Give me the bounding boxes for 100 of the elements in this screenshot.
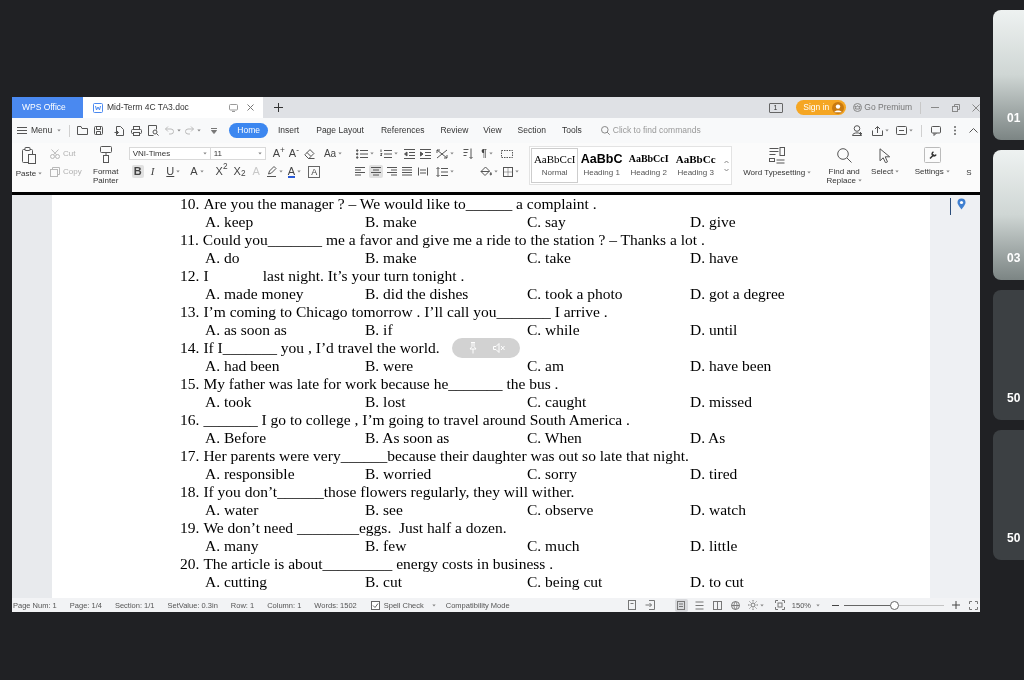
character-border-button[interactable]: A [308, 165, 321, 178]
format-painter-button[interactable]: Format Painter [90, 146, 121, 185]
book-view-icon[interactable] [710, 598, 724, 612]
paragraph-mark-button[interactable]: ¶ [481, 147, 494, 160]
borders-icon[interactable] [503, 166, 514, 177]
login-icon[interactable] [644, 600, 655, 610]
style-preset[interactable]: AaBbCcI Heading 2 [625, 148, 673, 183]
font-size-field[interactable]: 11 [210, 147, 266, 160]
premium-button[interactable]: Go Premium [853, 101, 912, 114]
word-typesetting-button[interactable]: Word Typesetting [740, 147, 815, 177]
menu-button[interactable]: Menu [17, 124, 62, 137]
dotted-box-icon[interactable] [501, 149, 514, 158]
floppy-disk-icon[interactable] [94, 126, 104, 135]
spell-check-checkbox[interactable] [370, 600, 380, 610]
line-spacing-icon[interactable] [436, 166, 449, 177]
menu-icon [17, 127, 27, 134]
select-button[interactable]: Select [868, 147, 903, 176]
bullet-list-icon[interactable] [356, 148, 369, 159]
ribbon-tab[interactable]: Review [440, 123, 469, 138]
scroll-arrows-icon[interactable] [724, 160, 730, 172]
scissors-icon [50, 149, 60, 159]
outdent-icon[interactable] [404, 148, 416, 159]
bold-button[interactable]: B [131, 165, 144, 178]
screen-icon[interactable] [229, 103, 238, 112]
settings-button[interactable]: Settings [912, 147, 953, 176]
align-center-icon[interactable] [369, 165, 384, 178]
shrink-font-button[interactable]: A$^{-}$ [288, 147, 299, 160]
minus-box-icon[interactable] [896, 126, 907, 135]
document-icon [93, 102, 103, 113]
subscript-button[interactable]: X$_{2}$ [231, 165, 248, 178]
eraser-icon[interactable] [303, 148, 315, 159]
cross-arrows-icon[interactable] [436, 148, 449, 159]
align-left-icon[interactable] [353, 165, 368, 178]
distribute-icon[interactable] [416, 165, 431, 178]
style-preset[interactable]: AaBbC Heading 1 [578, 148, 626, 183]
font-name-field[interactable]: VNI-Times [128, 147, 211, 160]
answer-option: A. do [205, 249, 240, 267]
ribbon-tab[interactable]: Insert [277, 123, 300, 138]
question-number: 18. [180, 483, 200, 501]
document-tab[interactable]: Mid-Term 4C TA3.doc [83, 97, 263, 118]
restore-icon[interactable] [952, 103, 960, 112]
numbered-list-icon[interactable] [380, 148, 393, 159]
align-right-icon[interactable] [385, 165, 400, 178]
dropdown-line-icon[interactable] [211, 127, 218, 134]
caret-icon[interactable] [885, 129, 889, 132]
page-view-icon[interactable] [674, 598, 688, 612]
answer-option: B. As soon as [365, 429, 450, 447]
minus-icon[interactable] [832, 604, 839, 606]
ribbon-tab[interactable]: Page Layout [316, 123, 364, 138]
plus-icon[interactable] [952, 601, 960, 609]
zoom-slider[interactable] [844, 600, 944, 610]
ribbon-button[interactable]: S [966, 147, 972, 177]
style-preset[interactable]: AaBbCcI Normal [531, 148, 579, 183]
change-case-button[interactable]: Aa [323, 147, 343, 160]
folder-icon[interactable] [77, 126, 89, 135]
comment-icon[interactable] [931, 125, 941, 136]
indent-icon[interactable] [420, 148, 432, 159]
fit-icon[interactable] [774, 600, 785, 610]
paste-button[interactable]: Paste [16, 147, 42, 178]
ribbon-tab[interactable]: Home [229, 123, 268, 138]
caret-icon[interactable] [816, 603, 820, 607]
close-icon[interactable] [972, 103, 980, 112]
sort-icon[interactable] [463, 148, 474, 159]
page-magnifier-icon[interactable] [148, 125, 160, 136]
underline-button[interactable]: U [164, 165, 183, 178]
grow-font-button[interactable]: A$^{+}$ [272, 147, 285, 160]
highlighter-icon[interactable] [265, 166, 277, 177]
paint-bucket-icon[interactable] [480, 166, 493, 177]
search-field[interactable]: Click to find commands [600, 124, 731, 137]
sun-icon[interactable] [747, 600, 758, 610]
slider-thumb[interactable] [889, 600, 899, 610]
italic-button[interactable]: I [148, 165, 157, 178]
plus-icon[interactable] [274, 103, 283, 112]
location-pin-icon[interactable] [957, 198, 966, 210]
page-arrow-icon[interactable] [114, 125, 125, 136]
ribbon-tab[interactable]: View [483, 123, 502, 138]
caret-icon[interactable] [909, 129, 913, 132]
style-preset[interactable]: AaBbCc Heading 3 [672, 148, 720, 183]
caret-icon[interactable] [278, 170, 283, 173]
answer-option: C. say [527, 213, 566, 231]
text-effect-button[interactable]: A [188, 165, 206, 178]
chevron-up-icon[interactable] [969, 128, 978, 133]
ribbon-tab[interactable]: Tools [561, 123, 582, 138]
font-color-button[interactable]: A [287, 165, 302, 178]
participant-label: 50 [1007, 391, 1021, 405]
ribbon-tab[interactable]: References [380, 123, 425, 138]
share-icon[interactable] [872, 125, 883, 136]
find-replace-button[interactable]: Find and Replace [824, 147, 865, 185]
person-icon[interactable] [852, 125, 863, 136]
close-icon[interactable] [247, 104, 254, 111]
answer-option: C. took a photo [527, 285, 623, 303]
ribbon-tab[interactable]: Section [517, 123, 546, 138]
expand-icon[interactable] [969, 600, 978, 610]
page-icon[interactable] [627, 600, 636, 610]
justify-icon[interactable] [400, 165, 415, 178]
printer-icon[interactable] [131, 125, 143, 136]
globe-icon[interactable] [728, 598, 742, 612]
caret-icon[interactable] [759, 603, 764, 607]
superscript-button[interactable]: X$^{2}$ [213, 165, 230, 178]
question-text: _______ I go to college , I’m going to travel around South America . [203, 411, 630, 429]
